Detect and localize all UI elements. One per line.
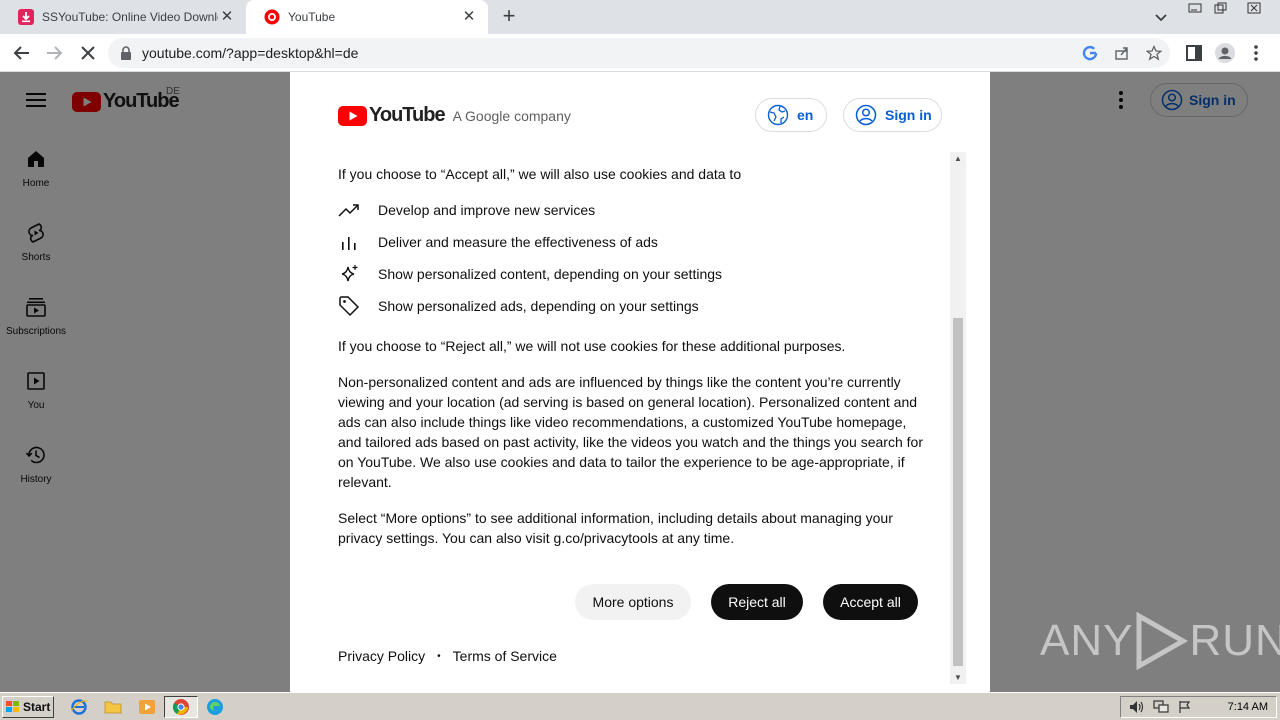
taskbar-clock: 7:14 AM xyxy=(1227,701,1268,713)
minimize-icon xyxy=(1188,3,1202,13)
footer-separator: • xyxy=(437,650,441,662)
volume-icon[interactable] xyxy=(1129,700,1145,714)
google-translate-icon[interactable] xyxy=(1082,45,1098,61)
start-label: Start xyxy=(23,700,51,714)
purpose-text: Deliver and measure the effectiveness of… xyxy=(378,234,658,250)
language-label: en xyxy=(797,107,814,123)
sparkle-icon xyxy=(341,265,358,282)
anyrun-watermark: ANY RUN xyxy=(1040,612,1280,670)
internet-explorer-icon[interactable] xyxy=(70,698,88,716)
accept-intro-text: If you choose to “Accept all,” we will a… xyxy=(338,166,742,182)
back-arrow-icon[interactable] xyxy=(10,41,34,65)
youtube-favicon-icon xyxy=(264,9,280,25)
tab-youtube[interactable]: YouTube ✕ xyxy=(246,0,488,34)
tab-title: SSYouTube: Online Video Downloade xyxy=(42,10,218,24)
account-icon xyxy=(855,104,877,126)
reject-all-button[interactable]: Reject all xyxy=(711,584,803,620)
watermark-text-right: RUN xyxy=(1189,616,1280,665)
url-text: youtube.com/?app=desktop&hl=de xyxy=(142,45,359,61)
taskbar-chrome-button[interactable] xyxy=(164,696,198,718)
more-options-explanation-text: Select “More options” to see additional … xyxy=(338,510,893,546)
close-tab-icon[interactable]: ✕ xyxy=(460,8,478,26)
youtube-play-logo-icon xyxy=(338,105,367,126)
browser-toolbar: youtube.com/?app=desktop&hl=de xyxy=(0,34,1280,72)
consent-logo: YouTube A Google company xyxy=(338,104,571,127)
tab-title: YouTube xyxy=(288,10,336,24)
trending-icon xyxy=(338,204,359,217)
purpose-text: Show personalized content, depending on … xyxy=(378,266,723,282)
youtube-wordmark: YouTube xyxy=(369,104,446,126)
bar-chart-icon xyxy=(342,237,356,250)
cookie-consent-dialog: YouTube A Google company en Sign in If y… xyxy=(290,72,990,692)
windows-logo-icon xyxy=(6,701,19,712)
stop-loading-icon[interactable] xyxy=(76,41,100,65)
language-button[interactable]: en xyxy=(755,98,827,132)
consent-footer: Privacy Policy • Terms of Service xyxy=(338,648,557,664)
new-tab-button[interactable]: + xyxy=(498,5,520,28)
play-triangle-logo-icon xyxy=(1136,612,1189,670)
lock-icon xyxy=(121,46,131,60)
forward-arrow-icon[interactable] xyxy=(42,41,66,65)
reject-explanation-text: If you choose to “Reject all,” we will n… xyxy=(338,338,846,354)
consent-sign-in-button[interactable]: Sign in xyxy=(843,98,942,132)
nonpersonalized-explanation-text: Non-personalized content and ads are inf… xyxy=(338,374,923,490)
close-window-button[interactable] xyxy=(1238,2,1270,18)
side-panel-icon[interactable] xyxy=(1184,43,1204,63)
purpose-text: Show personalized ads, depending on your… xyxy=(378,298,699,314)
more-menu-icon[interactable] xyxy=(1246,43,1266,63)
system-tray: 7:14 AM xyxy=(1120,696,1277,718)
profile-avatar-icon[interactable] xyxy=(1215,43,1235,63)
scroll-up-arrow-icon[interactable]: ▲ xyxy=(954,154,962,163)
purpose-text: Develop and improve new services xyxy=(378,202,596,218)
media-player-icon[interactable] xyxy=(138,698,156,716)
share-icon[interactable] xyxy=(1114,45,1130,61)
company-tagline: A Google company xyxy=(452,107,571,124)
close-icon xyxy=(1247,2,1261,14)
start-button[interactable]: Start xyxy=(2,696,54,718)
minimize-window-button[interactable] xyxy=(1186,2,1204,18)
scroll-down-arrow-icon[interactable]: ▼ xyxy=(954,673,962,682)
network-icon[interactable] xyxy=(1153,700,1169,714)
privacy-policy-link[interactable]: Privacy Policy xyxy=(338,648,425,664)
terms-of-service-link[interactable]: Terms of Service xyxy=(453,648,557,664)
file-explorer-icon[interactable] xyxy=(104,698,122,716)
scrollbar-thumb[interactable] xyxy=(953,318,963,666)
sign-in-label: Sign in xyxy=(885,107,932,123)
windows-taskbar: Start 7:14 AM xyxy=(0,692,1280,720)
restore-icon xyxy=(1214,2,1227,14)
edge-icon[interactable] xyxy=(206,698,224,716)
tab-ssyoutube[interactable]: SSYouTube: Online Video Downloade ✕ xyxy=(0,0,246,34)
ssyoutube-favicon-icon xyxy=(18,9,34,25)
action-center-flag-icon[interactable] xyxy=(1177,700,1193,714)
dialog-scrollbar[interactable]: ▲ ▼ xyxy=(950,152,966,684)
accept-all-button[interactable]: Accept all xyxy=(823,584,918,620)
chevron-down-icon[interactable] xyxy=(1152,8,1170,26)
tag-icon xyxy=(339,296,360,317)
chrome-icon xyxy=(172,699,189,715)
more-options-button[interactable]: More options xyxy=(575,584,691,620)
address-bar[interactable]: youtube.com/?app=desktop&hl=de xyxy=(108,38,1170,68)
watermark-text-left: ANY xyxy=(1040,616,1134,665)
restore-window-button[interactable] xyxy=(1212,2,1230,18)
bookmark-star-icon[interactable] xyxy=(1146,45,1162,61)
globe-icon xyxy=(767,104,789,126)
close-tab-icon[interactable]: ✕ xyxy=(218,8,236,26)
browser-tab-strip: SSYouTube: Online Video Downloade ✕ YouT… xyxy=(0,0,1280,34)
